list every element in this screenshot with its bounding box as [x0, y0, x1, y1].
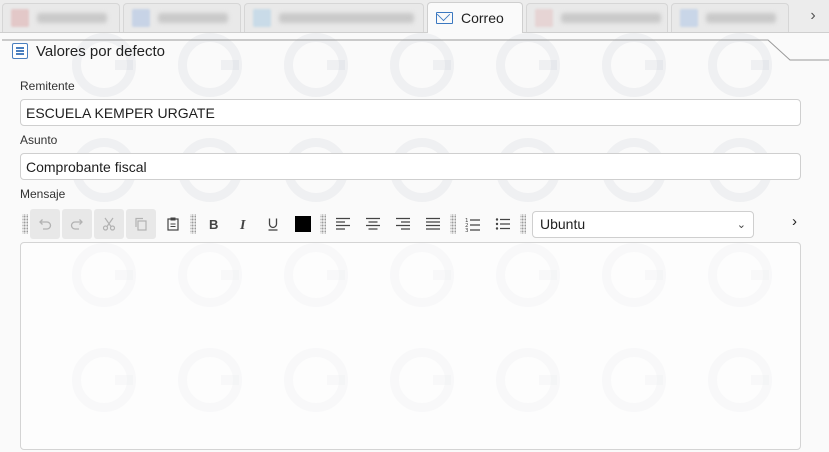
redo-icon [70, 219, 83, 230]
text-color-button[interactable] [288, 209, 318, 239]
bullet-list-button[interactable] [488, 209, 518, 239]
align-left-button[interactable] [328, 209, 358, 239]
document-icon [253, 9, 271, 27]
document-icon [680, 9, 698, 27]
underline-icon [268, 218, 278, 231]
tab-bar: Correo › [0, 0, 829, 33]
watermark-logo [496, 33, 560, 97]
sender-field[interactable] [20, 99, 801, 126]
section-header: Valores por defecto [12, 39, 165, 63]
copy-icon [135, 217, 147, 231]
font-family-value: Ubuntu [540, 216, 586, 232]
chevron-down-icon: ⌄ [736, 218, 746, 231]
paste-icon [167, 217, 179, 231]
font-family-select[interactable]: Ubuntu ⌄ [532, 210, 754, 238]
tab-blurred-label [279, 13, 414, 23]
toolbar-grip[interactable] [190, 214, 196, 234]
tab-label: Correo [461, 10, 504, 26]
watermark-logo [390, 33, 454, 97]
align-center-button[interactable] [358, 209, 388, 239]
copy-button[interactable] [126, 209, 156, 239]
tab-blurred-label [706, 13, 776, 23]
bold-icon: B [209, 217, 218, 232]
cut-button[interactable] [94, 209, 124, 239]
tab-scroll-right-icon[interactable]: › [803, 6, 823, 26]
message-editor[interactable] [20, 242, 801, 450]
align-right-button[interactable] [388, 209, 418, 239]
subject-label: Asunto [20, 133, 58, 147]
tab-blurred-1[interactable] [2, 3, 120, 32]
toolbar-overflow-icon[interactable]: › [792, 213, 797, 230]
justify-button[interactable] [418, 209, 448, 239]
svg-text:B: B [209, 217, 218, 232]
document-icon [535, 9, 553, 27]
watermark-logo [178, 33, 242, 97]
tab-blurred-3[interactable] [244, 3, 424, 32]
message-label: Mensaje [20, 187, 66, 201]
underline-button[interactable] [258, 209, 288, 239]
ordered-list-icon: 123 [465, 218, 480, 232]
align-center-icon [366, 217, 380, 230]
align-right-icon [396, 217, 410, 230]
cut-icon [102, 217, 116, 231]
watermark-logo [602, 33, 666, 97]
italic-icon: I [239, 218, 246, 232]
toolbar-grip[interactable] [520, 214, 526, 234]
align-left-icon [336, 217, 350, 230]
toolbar-grip[interactable] [22, 214, 28, 234]
section-title: Valores por defecto [36, 42, 165, 60]
justify-icon [426, 217, 440, 230]
redo-button[interactable] [62, 209, 92, 239]
italic-button[interactable]: I [228, 209, 258, 239]
watermark-logo [708, 33, 772, 97]
tab-blurred-2[interactable] [123, 3, 241, 32]
sender-label: Remitente [20, 79, 75, 93]
undo-button[interactable] [30, 209, 60, 239]
toolbar-grip[interactable] [320, 214, 326, 234]
paste-button[interactable] [158, 209, 188, 239]
mail-icon [436, 12, 453, 24]
watermark-logo [284, 33, 348, 97]
tab-blurred-label [158, 13, 228, 23]
tab-blurred-5[interactable] [671, 3, 789, 32]
tab-blurred-label [561, 13, 661, 23]
form-icon [12, 43, 28, 59]
toolbar-grip[interactable] [450, 214, 456, 234]
document-icon [132, 9, 150, 27]
message-toolbar: B I 123 Ubuntu ⌄ [20, 209, 810, 239]
color-icon [295, 216, 311, 232]
tab-blurred-label [37, 13, 107, 23]
ordered-list-button[interactable]: 123 [458, 209, 488, 239]
subject-field[interactable] [20, 153, 801, 180]
document-icon [11, 9, 29, 27]
tab-blurred-4[interactable] [526, 3, 668, 32]
svg-text:3: 3 [465, 228, 469, 232]
svg-text:I: I [239, 218, 246, 232]
undo-icon [39, 219, 52, 230]
bold-button[interactable]: B [198, 209, 228, 239]
bullet-list-icon [495, 218, 510, 230]
tab-correo[interactable]: Correo [427, 2, 523, 33]
